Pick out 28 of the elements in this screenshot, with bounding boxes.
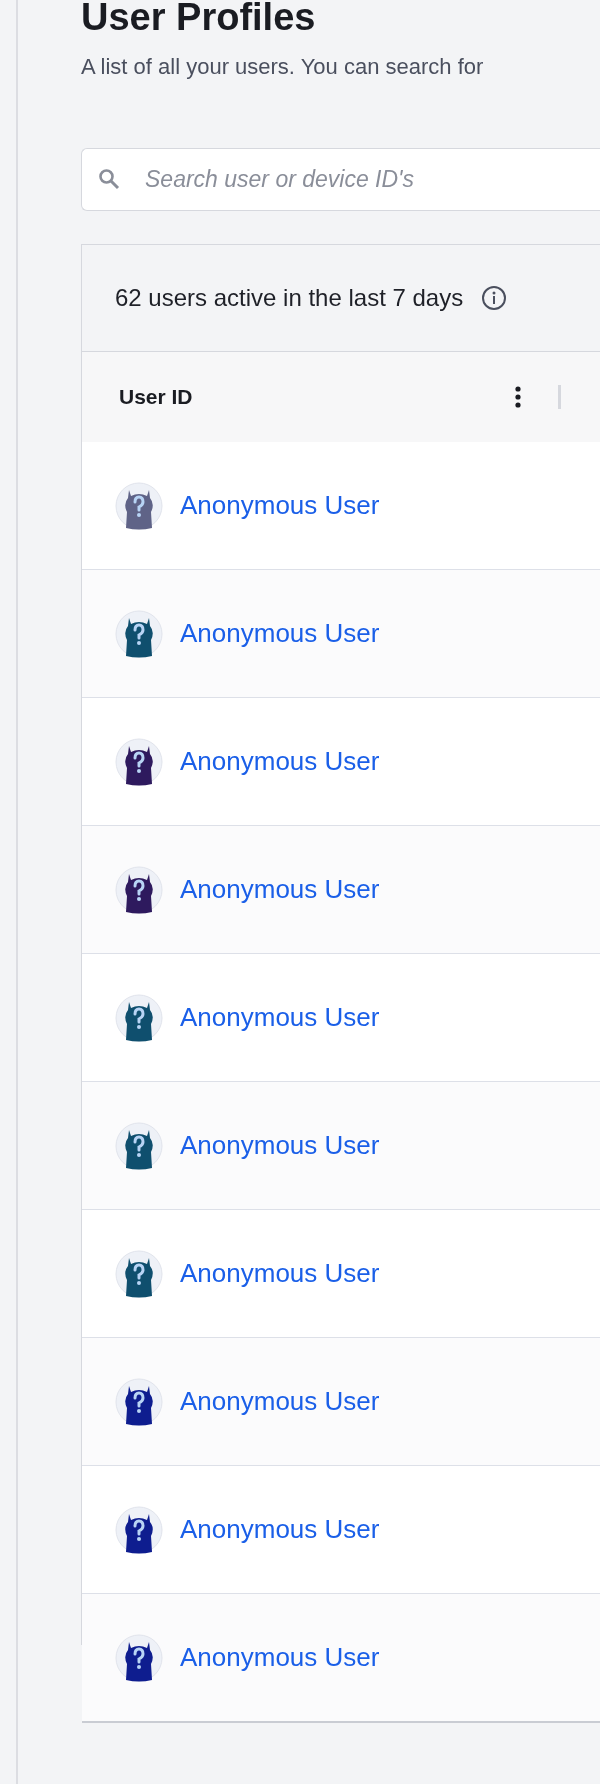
search-icon: [97, 167, 121, 191]
avatar-icon: [115, 993, 163, 1042]
user-link[interactable]: Anonymous User: [180, 1258, 380, 1289]
active-users-summary: 62 users active in the last 7 days: [115, 284, 464, 312]
avatar-icon: [115, 609, 163, 658]
user-link[interactable]: Anonymous User: [180, 1130, 380, 1161]
avatar-icon: [115, 1249, 163, 1298]
page-title: User Profiles: [81, 0, 317, 34]
user-link[interactable]: Anonymous User: [180, 1386, 380, 1417]
avatar-icon: [115, 481, 163, 530]
avatar-icon: [115, 865, 163, 914]
avatar-icon: [115, 1633, 163, 1682]
user-link[interactable]: Anonymous User: [180, 874, 380, 905]
avatar-icon: [115, 737, 163, 786]
user-link[interactable]: Anonymous User: [180, 1514, 380, 1545]
avatar-icon: [115, 1121, 163, 1170]
page-description: A list of all your users. You can search for: [81, 54, 485, 80]
user-link[interactable]: Anonymous User: [180, 1002, 380, 1033]
more-options-icon[interactable]: [514, 385, 522, 409]
column-title: User ID: [119, 385, 194, 409]
avatar-icon: [115, 1377, 163, 1426]
search-field[interactable]: Search user or device ID's: [81, 148, 600, 211]
user-link[interactable]: Anonymous User: [180, 618, 380, 649]
avatar-icon: [115, 1505, 163, 1554]
user-link[interactable]: Anonymous User: [180, 746, 380, 777]
user-link[interactable]: Anonymous User: [180, 1642, 380, 1673]
user-link[interactable]: Anonymous User: [180, 490, 380, 521]
info-icon[interactable]: [481, 285, 508, 311]
